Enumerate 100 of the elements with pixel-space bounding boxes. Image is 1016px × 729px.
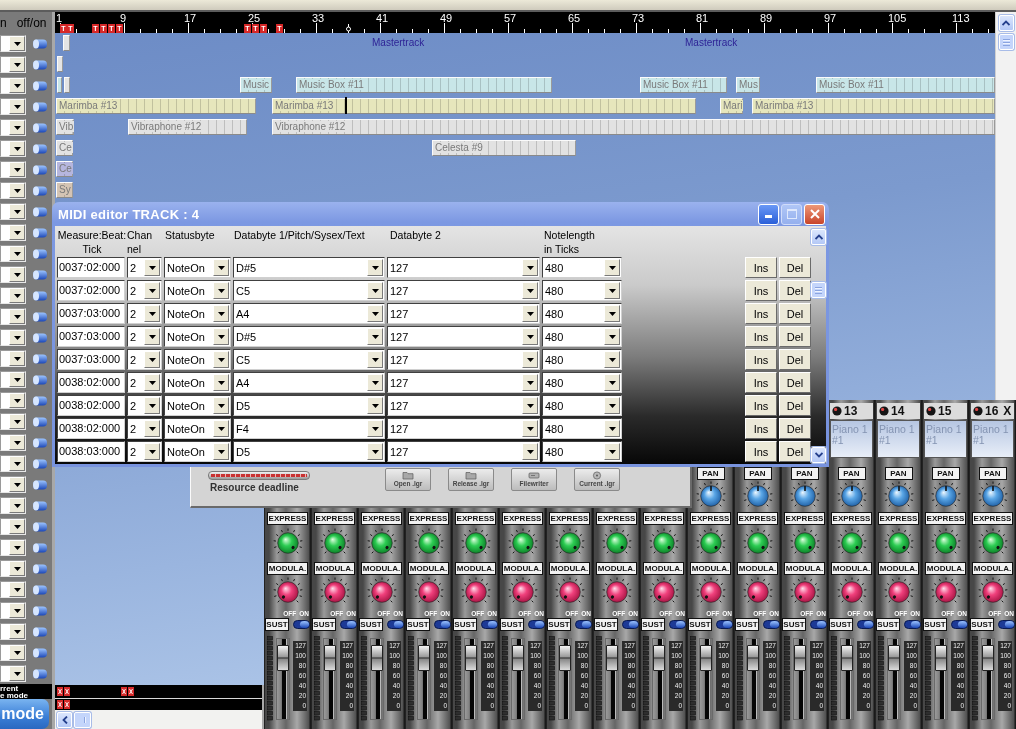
minimize-button[interactable] xyxy=(758,203,779,225)
sustain-switch[interactable] xyxy=(951,620,968,629)
track-dropdown[interactable] xyxy=(0,119,26,136)
time-field[interactable]: 0038:02:000 xyxy=(57,395,125,416)
velocity-dropdown[interactable]: 127 xyxy=(387,303,540,324)
track-clip[interactable] xyxy=(63,35,70,51)
track-clip[interactable]: Vibraphone #12 xyxy=(272,119,995,135)
track-dropdown[interactable] xyxy=(0,350,26,367)
track-dropdown[interactable] xyxy=(0,497,26,514)
status-dropdown[interactable]: NoteOn xyxy=(164,326,231,347)
track-dropdown[interactable] xyxy=(0,140,26,157)
sustain-switch[interactable] xyxy=(387,620,404,629)
fader-track[interactable] xyxy=(276,638,290,720)
pitch-dropdown[interactable]: A4 xyxy=(233,372,385,393)
delete-button[interactable]: Del xyxy=(779,257,811,278)
fader-thumb[interactable] xyxy=(653,644,665,671)
fader-thumb[interactable] xyxy=(465,644,477,671)
fader-track[interactable] xyxy=(511,638,525,720)
insert-button[interactable]: Ins xyxy=(745,372,777,393)
velocity-dropdown[interactable]: 127 xyxy=(387,441,540,462)
fader-track[interactable] xyxy=(981,638,995,720)
fader-thumb[interactable] xyxy=(841,644,853,671)
note-length-dropdown[interactable]: 480 xyxy=(542,326,622,347)
time-field[interactable]: 0037:03:000 xyxy=(57,349,125,370)
velocity-dropdown[interactable]: 127 xyxy=(387,280,540,301)
time-field[interactable]: 0037:02:000 xyxy=(57,257,125,278)
track-clip[interactable]: Mari xyxy=(720,98,743,114)
on-off-toggle[interactable] xyxy=(31,394,48,407)
marker-icon[interactable] xyxy=(121,687,127,696)
time-field[interactable]: 0038:02:000 xyxy=(57,372,125,393)
on-off-toggle[interactable] xyxy=(31,331,48,344)
track-dropdown[interactable] xyxy=(0,224,26,241)
track-clip[interactable] xyxy=(57,56,63,72)
on-off-toggle[interactable] xyxy=(31,121,48,134)
time-field[interactable]: 0037:03:000 xyxy=(57,303,125,324)
marker-icon[interactable] xyxy=(64,700,70,709)
track-dropdown[interactable] xyxy=(0,98,26,115)
pitch-dropdown[interactable]: C5 xyxy=(233,280,385,301)
velocity-dropdown[interactable]: 127 xyxy=(387,349,540,370)
fader-track[interactable] xyxy=(840,638,854,720)
track-clip[interactable]: Celesta #9 xyxy=(432,140,576,156)
velocity-dropdown[interactable]: 127 xyxy=(387,418,540,439)
fader-thumb[interactable] xyxy=(935,644,947,671)
channel-dropdown[interactable]: 2 xyxy=(127,349,162,370)
track-dropdown[interactable] xyxy=(0,182,26,199)
channel-dropdown[interactable]: 2 xyxy=(127,326,162,347)
insert-button[interactable]: Ins xyxy=(745,280,777,301)
track-dropdown[interactable] xyxy=(0,665,26,682)
on-off-toggle[interactable] xyxy=(31,79,48,92)
fader-thumb[interactable] xyxy=(794,644,806,671)
sustain-switch[interactable] xyxy=(669,620,686,629)
sustain-switch[interactable] xyxy=(810,620,827,629)
sustain-switch[interactable] xyxy=(481,620,498,629)
scroll-up-button[interactable] xyxy=(998,15,1014,31)
marker-icon[interactable] xyxy=(57,687,63,696)
sustain-switch[interactable] xyxy=(340,620,357,629)
sustain-switch[interactable] xyxy=(293,620,310,629)
pitch-dropdown[interactable]: D5 xyxy=(233,395,385,416)
on-off-toggle[interactable] xyxy=(31,520,48,533)
channel-dropdown[interactable]: 2 xyxy=(127,257,162,278)
track-dropdown[interactable] xyxy=(0,245,26,262)
track-dropdown[interactable] xyxy=(0,455,26,472)
channel-dropdown[interactable]: 2 xyxy=(127,280,162,301)
track-dropdown[interactable] xyxy=(0,203,26,220)
note-length-dropdown[interactable]: 480 xyxy=(542,280,622,301)
sustain-switch[interactable] xyxy=(904,620,921,629)
track-dropdown[interactable] xyxy=(0,371,26,388)
sustain-switch[interactable] xyxy=(998,620,1015,629)
on-off-toggle[interactable] xyxy=(31,268,48,281)
insert-button[interactable]: Ins xyxy=(745,257,777,278)
fader-thumb[interactable] xyxy=(559,644,571,671)
track-dropdown[interactable] xyxy=(0,476,26,493)
delete-button[interactable]: Del xyxy=(779,418,811,439)
insert-button[interactable]: Ins xyxy=(745,441,777,462)
on-off-toggle[interactable] xyxy=(31,184,48,197)
on-off-toggle[interactable] xyxy=(31,58,48,71)
on-off-toggle[interactable] xyxy=(31,583,48,596)
fader-track[interactable] xyxy=(934,638,948,720)
on-off-toggle[interactable] xyxy=(31,457,48,470)
on-off-toggle[interactable] xyxy=(31,499,48,512)
insert-button[interactable]: Ins xyxy=(745,303,777,324)
fader-thumb[interactable] xyxy=(418,644,430,671)
track-clip[interactable] xyxy=(57,77,62,93)
track-dropdown[interactable] xyxy=(0,392,26,409)
sustain-switch[interactable] xyxy=(622,620,639,629)
note-length-dropdown[interactable]: 480 xyxy=(542,441,622,462)
on-off-toggle[interactable] xyxy=(31,625,48,638)
track-dropdown[interactable] xyxy=(0,602,26,619)
channel-dropdown[interactable]: 2 xyxy=(127,372,162,393)
on-off-toggle[interactable] xyxy=(31,562,48,575)
on-off-toggle[interactable] xyxy=(31,247,48,260)
fader-thumb[interactable] xyxy=(606,644,618,671)
sustain-switch[interactable] xyxy=(528,620,545,629)
marker-icon[interactable] xyxy=(64,687,70,696)
track-clip[interactable]: Vibraphone #12 xyxy=(128,119,247,135)
status-dropdown[interactable]: NoteOn xyxy=(164,257,231,278)
status-dropdown[interactable]: NoteOn xyxy=(164,441,231,462)
sustain-switch[interactable] xyxy=(434,620,451,629)
delete-button[interactable]: Del xyxy=(779,303,811,324)
pitch-dropdown[interactable]: D5 xyxy=(233,441,385,462)
